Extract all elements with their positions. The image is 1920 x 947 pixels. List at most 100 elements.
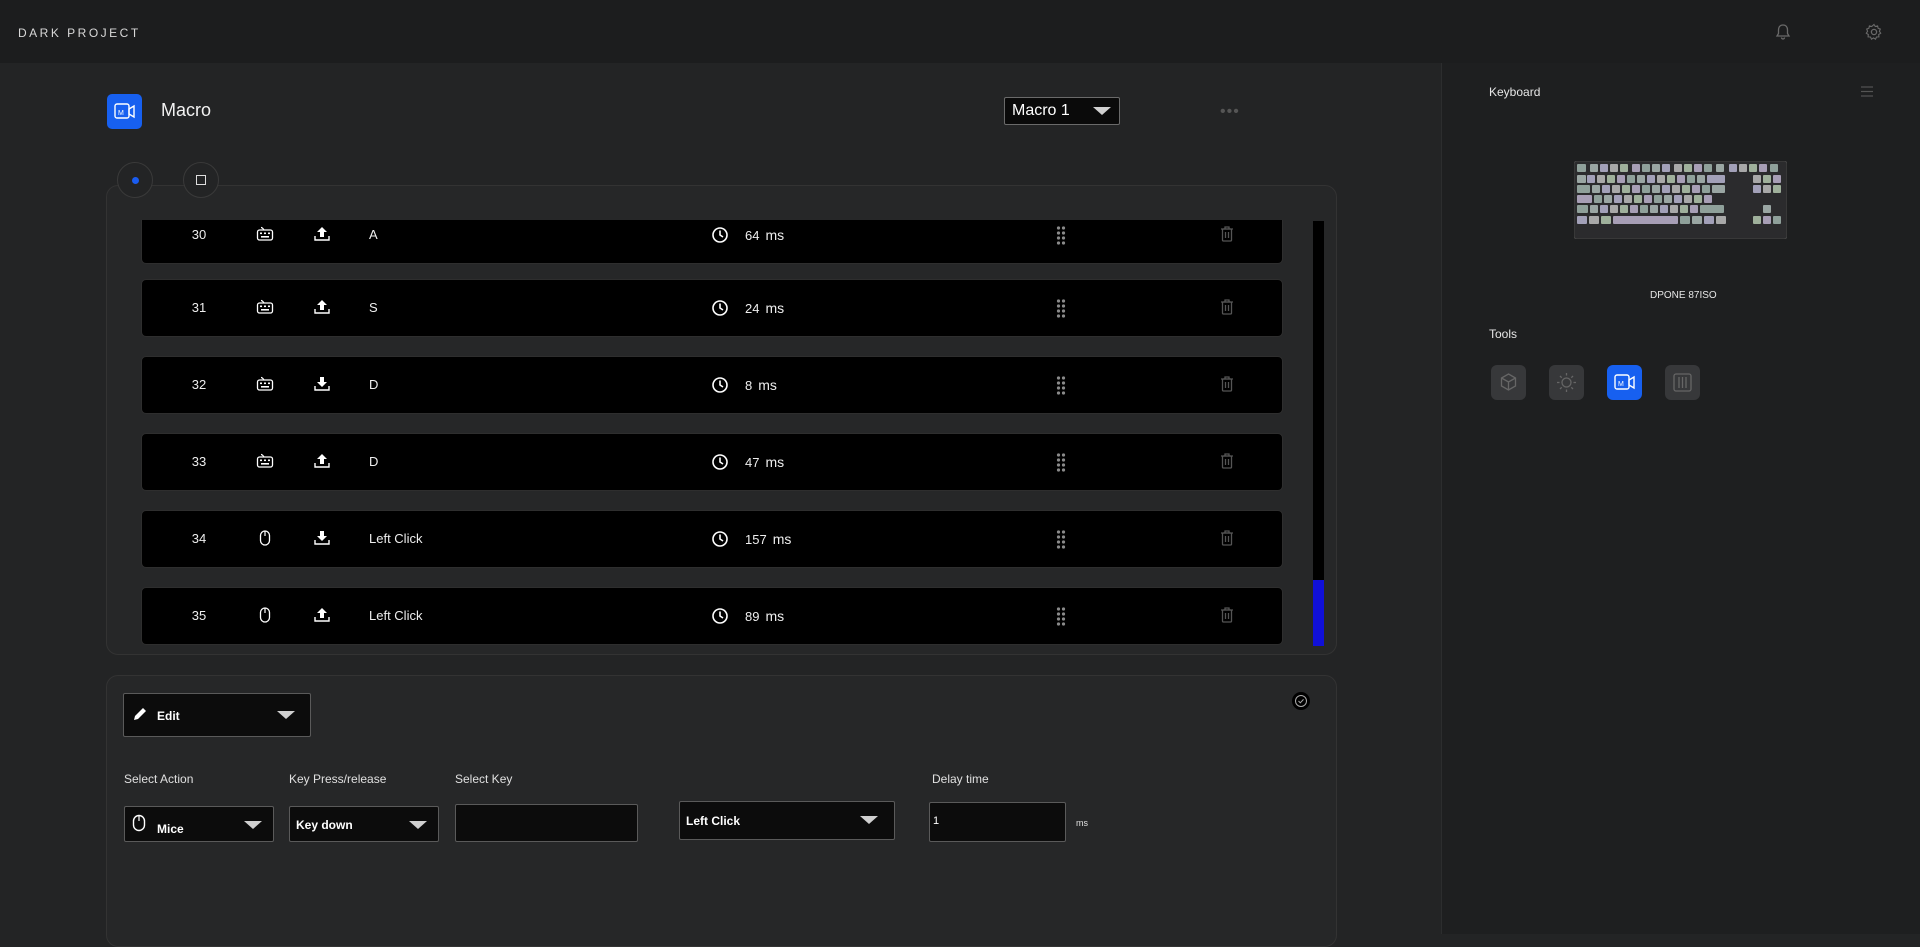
keycap <box>1587 175 1595 183</box>
drag-handle-icon[interactable] <box>1056 225 1066 245</box>
stop-button[interactable] <box>183 162 219 198</box>
keyboard-icon <box>256 452 274 470</box>
scrollbar-thumb[interactable] <box>1313 580 1324 646</box>
table-row[interactable]: 32 D 8 ms <box>141 356 1283 414</box>
clock-icon <box>711 453 729 471</box>
trash-icon[interactable] <box>1219 452 1235 470</box>
keycap <box>1753 185 1761 193</box>
key-press-dropdown[interactable]: Key down <box>289 806 439 842</box>
key-name: S <box>369 300 378 315</box>
keycap <box>1652 164 1660 172</box>
key-down-icon <box>313 529 331 547</box>
table-row[interactable]: 31 S 24 ms <box>141 279 1283 337</box>
drag-handle-icon[interactable] <box>1056 452 1066 472</box>
table-row[interactable]: 33 D 47 ms <box>141 433 1283 491</box>
table-row[interactable]: 30 A 64 ms <box>141 220 1283 264</box>
drag-handle-icon[interactable] <box>1056 375 1066 395</box>
menu-icon[interactable] <box>1861 86 1873 97</box>
keyboard-title: Keyboard <box>1489 85 1541 99</box>
tool-macro[interactable]: M <box>1607 365 1642 400</box>
drag-handle-icon[interactable] <box>1056 606 1066 626</box>
keycap <box>1600 164 1608 172</box>
delay-unit-label: ms <box>1076 818 1088 828</box>
keycap <box>1620 164 1628 172</box>
delay-value: 47 ms <box>745 454 784 470</box>
drag-handle-icon[interactable] <box>1056 298 1066 318</box>
keycap <box>1763 216 1771 224</box>
keycap <box>1672 185 1680 193</box>
key-press-value: Key down <box>296 818 353 832</box>
keycap <box>1607 175 1615 183</box>
delay-number: 47 <box>745 455 760 470</box>
row-index: 33 <box>191 454 207 469</box>
chevron-down-icon <box>277 711 295 719</box>
sliders-icon <box>1673 373 1692 392</box>
keycap <box>1647 175 1655 183</box>
table-row[interactable]: 35 Left Click 89 ms <box>141 587 1283 645</box>
select-action-dropdown[interactable]: Mice <box>124 806 274 842</box>
keycap <box>1680 216 1690 224</box>
keycap <box>1702 185 1710 193</box>
keycap <box>1617 175 1625 183</box>
keycap <box>1763 185 1771 193</box>
macro-select-dropdown[interactable]: Macro 1 <box>1004 97 1120 125</box>
keyboard-icon <box>256 298 274 316</box>
record-icon <box>132 177 139 184</box>
row-index: 32 <box>191 377 207 392</box>
mouse-icon <box>132 814 146 832</box>
delay-unit: ms <box>765 227 785 243</box>
key-up-icon <box>313 225 331 243</box>
keycap <box>1604 195 1612 203</box>
delay-time-value: 1 <box>933 815 940 827</box>
keycap <box>1677 175 1685 183</box>
keycap <box>1642 185 1650 193</box>
bell-icon[interactable] <box>1773 22 1793 42</box>
keycap <box>1652 185 1660 193</box>
keycap <box>1662 164 1670 172</box>
keycap <box>1600 205 1608 213</box>
edit-mode-value: Edit <box>157 709 180 723</box>
edit-mode-dropdown[interactable]: Edit <box>123 693 311 737</box>
keycap <box>1694 164 1702 172</box>
keycap <box>1684 164 1692 172</box>
macro-event-list: 30 A 64 ms 31 S 24 ms 32 D 8 ms 33 D 47 ms 34 Left Cl… <box>141 220 1283 646</box>
tool-lighting[interactable] <box>1491 365 1526 400</box>
gear-icon[interactable] <box>1864 22 1884 42</box>
drag-handle-icon[interactable] <box>1056 529 1066 549</box>
trash-icon[interactable] <box>1219 375 1235 393</box>
keycap <box>1773 175 1781 183</box>
more-options-button[interactable]: ••• <box>1220 103 1240 121</box>
tool-settings[interactable] <box>1665 365 1700 400</box>
keycap <box>1692 185 1700 193</box>
keycap <box>1662 185 1670 193</box>
record-button[interactable] <box>117 162 153 198</box>
select-key-input[interactable] <box>455 804 638 842</box>
keycap <box>1577 175 1586 183</box>
delay-time-label: Delay time <box>932 772 989 786</box>
delay-time-input[interactable]: 1 <box>929 802 1066 842</box>
delay-value: 89 ms <box>745 608 784 624</box>
key-name: D <box>369 454 379 469</box>
select-key-label: Select Key <box>455 772 513 786</box>
keycap <box>1644 195 1652 203</box>
tool-brightness[interactable] <box>1549 365 1584 400</box>
trash-icon[interactable] <box>1219 298 1235 316</box>
keycap <box>1660 205 1668 213</box>
delay-unit: ms <box>765 300 785 316</box>
keycap <box>1577 185 1590 193</box>
mouse-button-dropdown[interactable]: Left Click <box>679 801 895 840</box>
confirm-icon[interactable] <box>1291 691 1311 711</box>
keycap <box>1773 185 1781 193</box>
trash-icon[interactable] <box>1219 225 1235 243</box>
clock-icon <box>711 226 729 244</box>
keycap <box>1712 185 1725 193</box>
clock-icon <box>711 299 729 317</box>
trash-icon[interactable] <box>1219 606 1235 624</box>
keycap <box>1612 185 1620 193</box>
trash-icon[interactable] <box>1219 529 1235 547</box>
table-row[interactable]: 34 Left Click 157 ms <box>141 510 1283 568</box>
keycap <box>1707 175 1725 183</box>
key-down-icon <box>313 375 331 393</box>
delay-value: 64 ms <box>745 227 784 243</box>
key-name: Left Click <box>369 531 423 546</box>
